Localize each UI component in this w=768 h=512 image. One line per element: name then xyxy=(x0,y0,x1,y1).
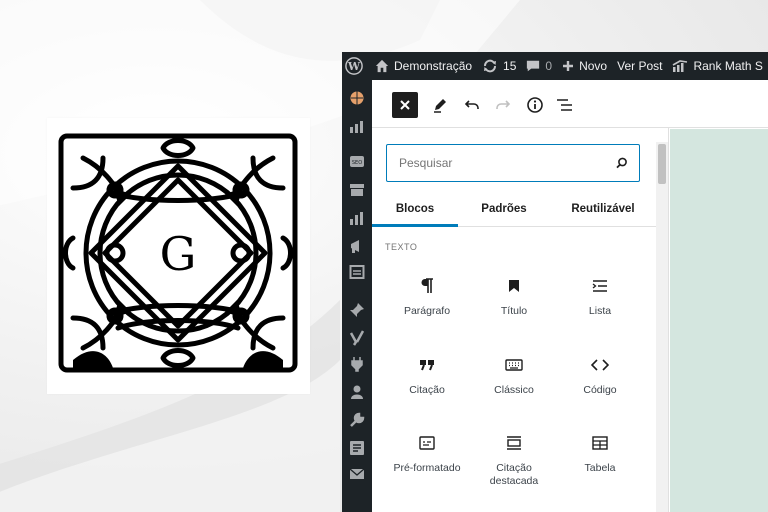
stats-icon[interactable] xyxy=(349,210,365,226)
tab-reusable[interactable]: Reutilizável xyxy=(550,192,656,226)
block-label: Clássico xyxy=(494,384,534,396)
updates-count: 15 xyxy=(503,59,517,73)
view-post-label: Ver Post xyxy=(617,59,663,73)
gutenberg-logo-card: G xyxy=(47,118,310,394)
users-icon[interactable] xyxy=(349,384,365,400)
plugins-icon[interactable] xyxy=(349,356,365,372)
archive-icon[interactable] xyxy=(349,182,365,198)
block-label: Citação destacada xyxy=(489,462,539,487)
redo-icon xyxy=(496,100,511,109)
admin-bar: W Demonstração 15 0 Novo Ver Post Rank M… xyxy=(342,52,768,80)
site-name-label: Demonstração xyxy=(394,59,473,73)
megaphone-icon[interactable] xyxy=(349,238,365,254)
category-label: TEXTO xyxy=(385,242,418,252)
globe-icon[interactable] xyxy=(349,90,365,106)
close-inserter-button[interactable] xyxy=(392,92,418,118)
block-quote[interactable]: Citação xyxy=(384,344,470,416)
list-icon xyxy=(592,280,607,292)
updates-icon xyxy=(484,59,497,73)
paragraph-icon xyxy=(421,278,433,293)
block-label: Lista xyxy=(588,305,612,317)
quote-icon xyxy=(420,360,434,371)
site-name-button[interactable]: Demonstração xyxy=(370,52,477,80)
mail-icon[interactable] xyxy=(349,466,365,482)
yoast-icon[interactable] xyxy=(349,330,365,346)
keyboard-icon xyxy=(505,359,523,371)
preformatted-icon xyxy=(419,436,435,450)
pencil-icon xyxy=(434,99,446,113)
block-label: Pré-formatado xyxy=(393,462,461,474)
new-content-button[interactable]: Novo xyxy=(557,52,612,80)
plus-icon xyxy=(563,61,574,71)
settings-icon[interactable] xyxy=(349,440,365,456)
block-label: Citação xyxy=(409,384,445,396)
editor-canvas[interactable] xyxy=(670,129,768,512)
block-label: Título xyxy=(500,305,528,317)
inserter-scrollbar[interactable] xyxy=(656,142,668,512)
block-list[interactable]: Lista xyxy=(557,265,643,337)
view-post-link[interactable]: Ver Post xyxy=(612,52,667,80)
code-icon xyxy=(591,359,609,371)
analytics-icon[interactable] xyxy=(349,118,365,134)
tab-blocks[interactable]: Blocos xyxy=(372,192,458,227)
block-classic[interactable]: Clássico xyxy=(471,344,557,416)
scrollbar-thumb[interactable] xyxy=(658,144,666,184)
details-button[interactable] xyxy=(522,92,548,118)
comments-button[interactable]: 0 xyxy=(521,52,557,80)
tools-button[interactable] xyxy=(427,92,453,118)
block-preformatted[interactable]: Pré-formatado xyxy=(384,422,470,494)
tab-patterns[interactable]: Padrões xyxy=(458,192,550,226)
close-icon xyxy=(400,100,410,110)
rank-math-button[interactable]: Rank Math S xyxy=(667,52,767,80)
seo-icon[interactable]: SEO xyxy=(349,154,365,170)
editor-toolbar xyxy=(372,80,768,128)
pin-icon[interactable] xyxy=(349,302,365,318)
undo-button[interactable] xyxy=(459,92,485,118)
undo-icon xyxy=(464,100,479,109)
bookmark-icon xyxy=(509,280,519,292)
new-label: Novo xyxy=(579,59,608,73)
table-icon xyxy=(592,436,608,450)
list-view-icon xyxy=(557,99,572,111)
list-view-button[interactable] xyxy=(552,92,578,118)
svg-text:G: G xyxy=(160,227,197,281)
block-paragraph[interactable]: Parágrafo xyxy=(384,265,470,337)
block-label: Parágrafo xyxy=(403,305,451,317)
redo-button[interactable] xyxy=(490,92,516,118)
block-search-input[interactable] xyxy=(399,156,615,170)
tools-icon[interactable] xyxy=(349,412,365,428)
wordpress-window: W Demonstração 15 0 Novo Ver Post Rank M… xyxy=(342,52,768,512)
admin-sidebar: SEO xyxy=(342,80,372,512)
wordpress-logo-button[interactable]: W xyxy=(342,52,370,80)
block-table[interactable]: Tabela xyxy=(557,422,643,494)
search-icon[interactable] xyxy=(615,156,629,170)
block-inserter-panel: Blocos Padrões Reutilizável TEXTO Parágr… xyxy=(372,128,669,512)
rank-math-label: Rank Math S xyxy=(693,59,763,73)
calendar-icon[interactable] xyxy=(349,264,365,280)
gutenberg-logo: G xyxy=(58,133,298,373)
svg-text:SEO: SEO xyxy=(352,160,362,166)
svg-text:W: W xyxy=(346,60,360,73)
comments-count: 0 xyxy=(545,59,553,73)
block-code[interactable]: Código xyxy=(557,344,643,416)
block-heading[interactable]: Título xyxy=(471,265,557,337)
block-pullquote[interactable]: Citação destacada xyxy=(471,422,557,494)
inserter-tabs: Blocos Padrões Reutilizável xyxy=(372,192,656,227)
info-icon xyxy=(527,97,543,113)
pullquote-icon xyxy=(507,436,521,450)
block-label: Tabela xyxy=(584,462,616,474)
block-search-box[interactable] xyxy=(386,144,640,182)
block-label: Código xyxy=(583,384,617,396)
rank-math-icon xyxy=(673,60,688,72)
home-icon xyxy=(375,59,389,73)
updates-button[interactable]: 15 xyxy=(477,52,521,80)
wordpress-icon: W xyxy=(344,57,363,75)
comment-icon xyxy=(527,60,540,72)
